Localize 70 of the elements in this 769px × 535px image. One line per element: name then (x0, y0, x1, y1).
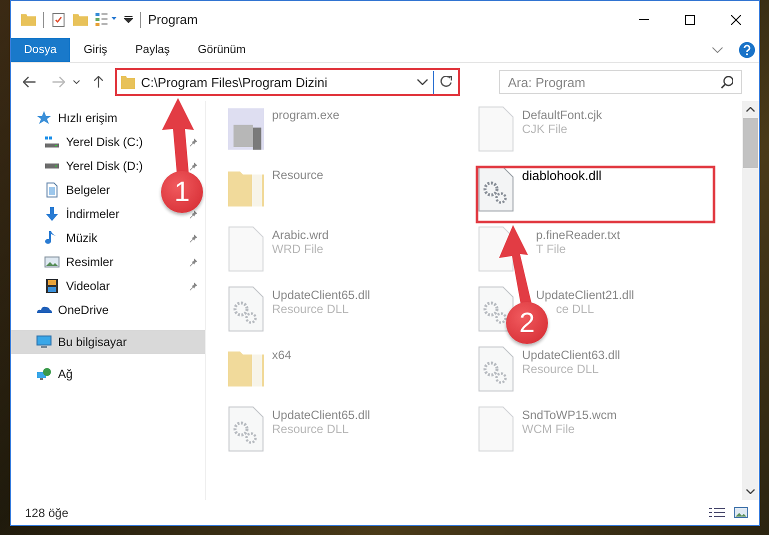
maximize-icon (685, 14, 695, 24)
details-view-icon[interactable] (709, 507, 725, 518)
scroll-down-chevron-icon[interactable] (746, 489, 755, 494)
customize-toolbar-caret-icon[interactable] (124, 16, 133, 23)
expand-ribbon-chevron-icon[interactable] (712, 47, 723, 53)
pin-icon[interactable] (189, 282, 198, 290)
address-bar[interactable]: C:\Program Files\Program Dizini (115, 68, 460, 96)
sidebar-item[interactable]: Resimler (44, 250, 114, 274)
address-dropdown-chevron-icon[interactable] (417, 79, 428, 85)
scroll-up-chevron-icon[interactable] (746, 107, 755, 112)
file-type: CJK File (522, 122, 568, 136)
drive-icon (44, 134, 60, 150)
picture-icon (44, 254, 60, 270)
list-view-icon[interactable] (95, 13, 117, 26)
file-icon (478, 406, 514, 452)
folder-icon (121, 76, 135, 88)
scrollbar-thumb[interactable] (743, 118, 758, 168)
download-arrow-icon (44, 206, 60, 222)
sidebar-item[interactable]: Yerel Disk (D:) (44, 154, 143, 178)
pin-icon[interactable] (189, 258, 198, 266)
gear-file-icon (478, 166, 514, 212)
file-type: Resource DLL (272, 422, 350, 436)
program-icon (228, 106, 264, 152)
sidebar-item[interactable]: Ağ (11, 362, 205, 386)
star-icon (36, 110, 52, 126)
sidebar-item[interactable]: Yerel Disk (C:) (44, 130, 143, 154)
file-type: Resource DLL (522, 362, 600, 376)
network-icon (36, 366, 52, 382)
pin-icon[interactable] (189, 138, 198, 146)
window-title: Program (148, 12, 198, 27)
file-type: Resource DLL (272, 302, 350, 316)
large-icons-view-icon[interactable] (733, 507, 749, 518)
up-arrow-icon[interactable] (92, 76, 105, 88)
search-field[interactable]: Ara: Program (499, 70, 742, 94)
sidebar-item[interactable]: İndirmeler (44, 202, 120, 226)
file-type: WCM File (522, 422, 576, 436)
pin-icon[interactable] (189, 210, 198, 218)
sidebar-item[interactable]: OneDrive (11, 298, 205, 322)
file-icon (478, 106, 514, 152)
file-icon (228, 226, 264, 272)
monitor-icon (36, 334, 52, 350)
close-icon (731, 14, 741, 24)
sidebar-item[interactable]: Videolar (44, 274, 110, 298)
gear-file-icon (228, 286, 264, 332)
sidebar-item[interactable]: Müzik (44, 226, 98, 250)
search-icon (721, 76, 733, 89)
pin-icon[interactable] (189, 162, 198, 170)
file-type: T File (536, 242, 567, 256)
recent-locations-chevron-icon[interactable] (73, 80, 80, 84)
minimize-icon (639, 19, 649, 20)
sidebar-item[interactable]: Bu bilgisayar (11, 330, 205, 354)
file-name[interactable]: diablohook.dll (522, 168, 602, 183)
item-count: 128 öğe (25, 506, 68, 520)
sidebar-item[interactable]: Hızlı erişim (11, 106, 205, 130)
help-icon[interactable] (739, 42, 755, 58)
pin-icon[interactable] (189, 234, 198, 242)
document-icon (44, 182, 60, 198)
properties-checkmark-icon[interactable] (51, 12, 66, 26)
file-type: WRD File (272, 242, 324, 256)
file-type: ce DLL (556, 302, 596, 316)
gear-file-icon (478, 346, 514, 392)
drive-icon (44, 163, 60, 169)
refresh-icon[interactable] (440, 76, 452, 88)
gear-file-icon (478, 286, 514, 332)
sidebar-item[interactable]: Belgeler (44, 178, 110, 202)
gear-file-icon (228, 406, 264, 452)
film-icon (44, 278, 60, 294)
ribbon-tab[interactable]: Dosya (11, 38, 70, 62)
back-arrow-icon[interactable] (23, 76, 36, 88)
vertical-scrollbar[interactable] (742, 101, 759, 500)
